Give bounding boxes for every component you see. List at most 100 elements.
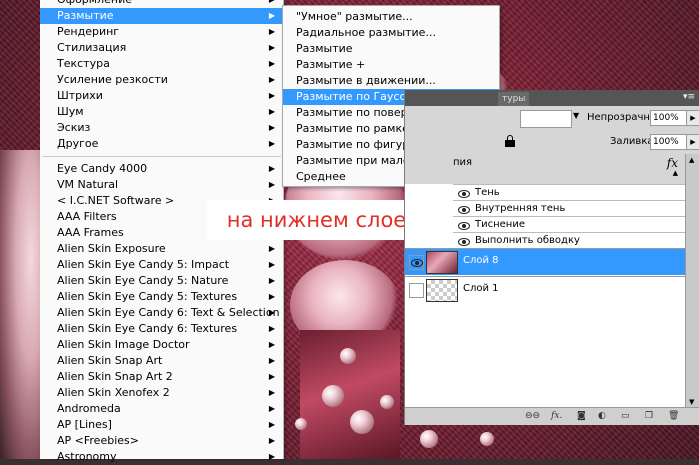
eye-icon[interactable] <box>458 189 470 198</box>
menu-item-label: Другое <box>57 137 99 150</box>
panel-menu-icon[interactable]: ▾≡ <box>683 92 695 102</box>
menu-item-label: Шум <box>57 105 84 118</box>
new-layer-icon[interactable]: ❐ <box>645 410 653 422</box>
scroll-down-icon[interactable]: ▼ <box>689 398 694 406</box>
effects-header-row[interactable]: пия fx ▲ <box>405 154 699 184</box>
effect-name: Тень <box>475 187 500 198</box>
fill-arrow-icon[interactable]: ▶ <box>686 134 699 150</box>
submenu-arrow-icon: ▶ <box>268 372 275 381</box>
plugin-menu-item[interactable]: Alien Skin Snap Art ▶ <box>40 353 283 369</box>
chevron-down-icon[interactable]: ▼ <box>573 111 579 120</box>
effect-row[interactable]: Тень <box>453 184 686 201</box>
menu-item[interactable]: Текстура ▶ <box>40 56 283 72</box>
visibility-toggle[interactable] <box>409 283 424 298</box>
scroll-up-icon[interactable]: ▲ <box>689 156 694 164</box>
plugin-menu-item[interactable]: Alien Skin Eye Candy 5: Textures ▶ <box>40 289 283 305</box>
eye-icon <box>411 258 423 267</box>
menu-item-label: Размытие <box>57 9 114 22</box>
plugin-menu-item-label: AP [Lines] <box>57 418 112 431</box>
menu-item-label: Усиление резкости <box>57 73 168 86</box>
plugin-menu-item-label: AAA Frames <box>57 226 124 239</box>
effect-name: Выполнить обводку <box>475 235 580 246</box>
blur-submenu-item[interactable]: Размытие в движении... <box>283 73 499 89</box>
blur-submenu-item[interactable]: Радиальное размытие... <box>283 25 499 41</box>
plugin-menu-item[interactable]: Alien Skin Eye Candy 5: Impact ▶ <box>40 257 283 273</box>
menu-item[interactable]: Эскиз ▶ <box>40 120 283 136</box>
plugin-menu-item[interactable]: Alien Skin Eye Candy 5: Nature ▶ <box>40 273 283 289</box>
plugin-menu-item-label: Alien Skin Image Doctor <box>57 338 190 351</box>
folder-icon[interactable]: ▭ <box>621 410 630 422</box>
visibility-toggle[interactable] <box>409 255 424 270</box>
blur-submenu-item[interactable]: Размытие + <box>283 57 499 73</box>
effect-row[interactable]: Тиснение <box>453 216 686 233</box>
menu-item[interactable]: Штрихи ▶ <box>40 88 283 104</box>
plugin-menu-item[interactable]: Alien Skin Snap Art 2 ▶ <box>40 369 283 385</box>
submenu-arrow-icon: ▶ <box>268 75 275 84</box>
opacity-input[interactable]: 100% <box>650 110 688 126</box>
submenu-arrow-icon: ▶ <box>268 388 275 397</box>
layer-thumbnail <box>426 251 458 274</box>
plugin-menu-item-label: Andromeda <box>57 402 121 415</box>
menu-item[interactable]: Оформление ▶ <box>40 0 283 8</box>
plugin-menu-item-label: Alien Skin Eye Candy 5: Nature <box>57 274 229 287</box>
adjustment-icon[interactable]: ◐ <box>598 410 606 422</box>
layer-row[interactable]: Слой 8 <box>405 248 686 275</box>
blend-mode-select[interactable] <box>520 110 572 128</box>
plugin-menu-item[interactable]: Alien Skin Xenofex 2 ▶ <box>40 385 283 401</box>
eye-icon[interactable] <box>458 205 470 214</box>
plugin-menu-item-label: Alien Skin Snap Art <box>57 354 163 367</box>
menu-item[interactable]: Другое ▶ <box>40 136 283 152</box>
layer-row[interactable]: Слой 1 <box>405 276 686 303</box>
fx-icon: fx <box>666 156 678 170</box>
menu-item-label: Рендеринг <box>57 25 120 38</box>
submenu-arrow-icon: ▶ <box>268 164 275 173</box>
submenu-arrow-icon: ▶ <box>268 420 275 429</box>
plugin-menu-item-label: VM Natural <box>57 178 119 191</box>
menu-item[interactable]: Рендеринг ▶ <box>40 24 283 40</box>
plugin-menu-item[interactable]: Alien Skin Image Doctor ▶ <box>40 337 283 353</box>
trash-icon[interactable]: 🗑 <box>668 410 679 422</box>
fx-menu-icon[interactable]: fx. <box>551 410 562 422</box>
eye-icon[interactable] <box>458 221 470 230</box>
menu-item[interactable]: Усиление резкости ▶ <box>40 72 283 88</box>
plugin-menu-item-label: Alien Skin Eye Candy 6: Text & Selection <box>57 306 280 319</box>
plugin-menu-item[interactable]: AP <Freebies> ▶ <box>40 433 283 449</box>
blur-submenu-item[interactable]: Размытие <box>283 41 499 57</box>
tab-contours[interactable]: туры <box>498 92 530 106</box>
mask-icon[interactable]: ◙ <box>577 410 586 422</box>
collapse-arrow-icon[interactable]: ▲ <box>673 169 678 177</box>
plugin-menu-item[interactable]: Alien Skin Eye Candy 6: Textures ▶ <box>40 321 283 337</box>
submenu-arrow-icon: ▶ <box>268 324 275 333</box>
menu-item[interactable]: Шум ▶ <box>40 104 283 120</box>
effect-row[interactable]: Внутренняя тень <box>453 200 686 217</box>
submenu-arrow-icon: ▶ <box>268 139 275 148</box>
plugin-menu-item[interactable]: Andromeda ▶ <box>40 401 283 417</box>
eye-icon[interactable] <box>458 237 470 246</box>
opacity-arrow-icon[interactable]: ▶ <box>686 110 699 126</box>
plugin-menu-item[interactable]: AP [Lines] ▶ <box>40 417 283 433</box>
menu-item-label: Оформление <box>57 0 132 6</box>
plugin-menu-item[interactable]: Eye Candy 4000 ▶ <box>40 161 283 177</box>
plugin-menu-item[interactable]: Alien Skin Eye Candy 6: Text & Selection… <box>40 305 283 321</box>
menu-item[interactable]: Стилизация ▶ <box>40 40 283 56</box>
fill-input[interactable]: 100% <box>650 134 688 150</box>
submenu-arrow-icon: ▶ <box>268 260 275 269</box>
layers-footer: ⊖⊖ fx. ◙ ◐ ▭ ❐ 🗑 <box>405 407 699 425</box>
plugin-menu-item-label: Alien Skin Eye Candy 5: Impact <box>57 258 230 271</box>
plugin-menu-item[interactable]: VM Natural ▶ <box>40 177 283 193</box>
layer-list-scrollbar[interactable]: ▲ ▼ <box>685 154 699 408</box>
effect-row[interactable]: Выполнить обводку <box>453 232 686 249</box>
plugin-menu-item[interactable]: Astronomy ▶ <box>40 449 283 465</box>
submenu-arrow-icon: ▶ <box>268 123 275 132</box>
menu-item[interactable]: Размытие ▶ <box>40 8 283 24</box>
lock-icon[interactable] <box>505 135 515 147</box>
blur-submenu-item[interactable]: "Умное" размытие... <box>283 9 499 25</box>
plugin-menu-item[interactable]: Alien Skin Exposure ▶ <box>40 241 283 257</box>
submenu-arrow-icon: ▶ <box>268 107 275 116</box>
plugin-menu-item-label: Alien Skin Xenofex 2 <box>57 386 170 399</box>
submenu-arrow-icon: ▶ <box>269 0 275 8</box>
submenu-arrow-icon: ▶ <box>268 356 275 365</box>
panel-tab-bar: туры ▾≡ <box>405 90 699 106</box>
plugin-menu-item-label: Astronomy <box>57 450 117 463</box>
link-icon[interactable]: ⊖⊖ <box>525 410 540 422</box>
